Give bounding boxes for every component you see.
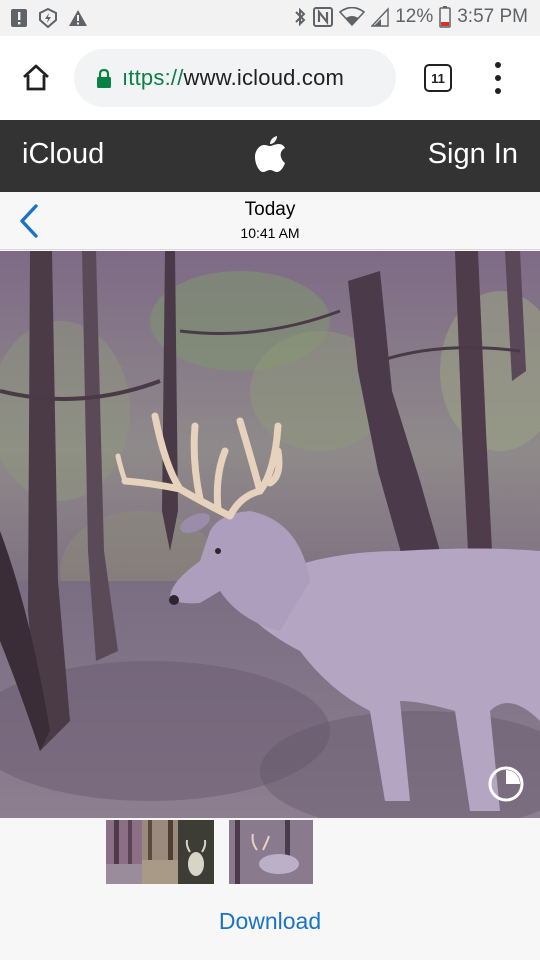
url-scheme: ıttps:// [122, 65, 184, 90]
live-photo-icon[interactable] [487, 765, 525, 803]
tab-count: 11 [431, 70, 445, 86]
warning-icon [68, 9, 88, 27]
download-button[interactable]: Download [0, 908, 540, 935]
system-icons: 12% 3:57 PM [293, 6, 528, 28]
thumbnail[interactable] [106, 820, 142, 884]
browser-toolbar: ıttps://www.icloud.com 11 [0, 36, 540, 120]
url-host: www.icloud.com [183, 65, 345, 90]
photo-time: 10:41 AM [240, 225, 300, 241]
menu-icon[interactable] [488, 62, 508, 94]
shield-icon [38, 8, 58, 28]
alert-box-icon [10, 8, 28, 28]
home-button[interactable] [18, 60, 54, 96]
address-bar[interactable]: ıttps://www.icloud.com [74, 49, 396, 107]
main-photo[interactable] [0, 251, 540, 818]
apple-icon [255, 136, 285, 172]
battery-percent: 12% [395, 6, 434, 27]
home-icon [23, 64, 49, 91]
photo-date: Today [244, 199, 296, 220]
notification-icons [10, 8, 88, 28]
icloud-header: iCloud Sign In [0, 120, 540, 192]
thumbnail[interactable] [229, 820, 313, 884]
clock: 3:57 PM [457, 6, 528, 27]
status-bar: 12% 3:57 PM [0, 0, 540, 36]
url-text: ıttps://www.icloud.com [122, 65, 344, 91]
sign-in-link[interactable]: Sign In [428, 138, 518, 171]
tabs-button[interactable]: 11 [424, 64, 452, 92]
bottom-panel: Download [0, 818, 540, 960]
photo-nav-bar: Today 10:41 AM [0, 192, 540, 250]
signal-icon [371, 7, 389, 27]
battery-icon [439, 6, 451, 28]
thumbnail-strip [0, 820, 540, 884]
nfc-icon [313, 7, 334, 27]
site-title: iCloud [22, 138, 105, 170]
thumbnail[interactable] [178, 820, 214, 884]
wifi-icon [339, 7, 366, 27]
thumbnail[interactable] [142, 820, 178, 884]
bluetooth-icon [293, 7, 307, 27]
lock-icon [96, 68, 112, 88]
